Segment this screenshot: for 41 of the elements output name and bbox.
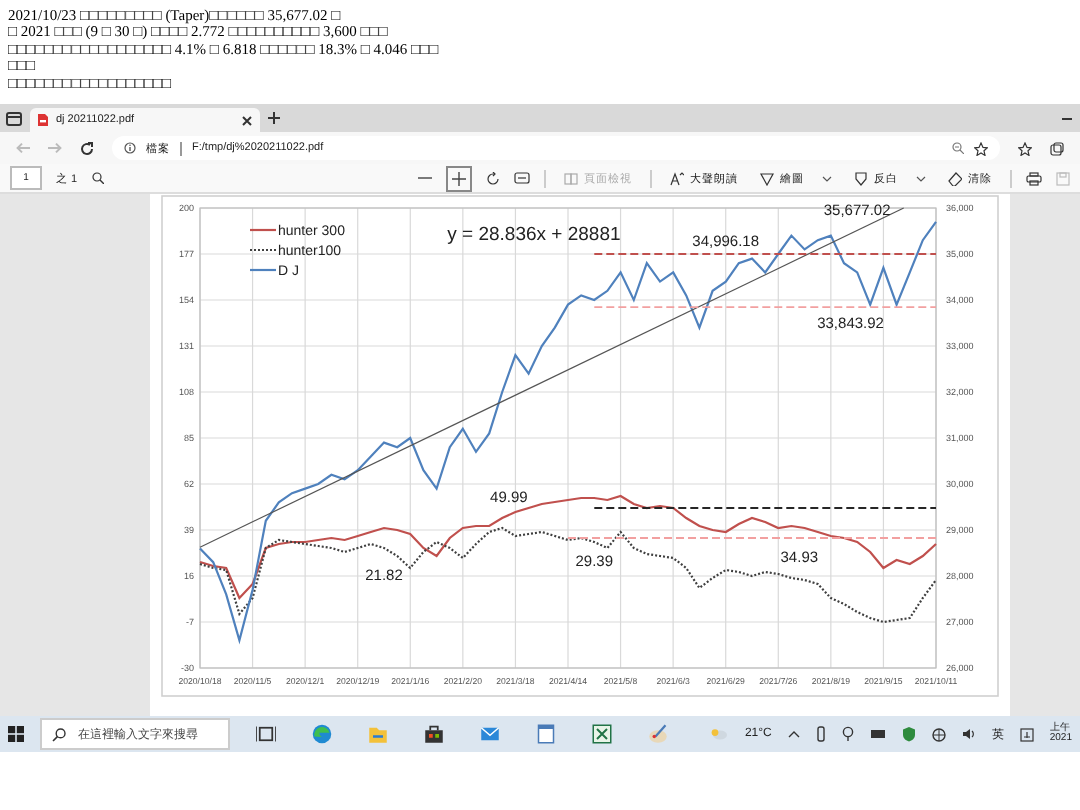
zoom-in-icon[interactable]: [446, 165, 472, 191]
read-aloud-icon: [670, 171, 684, 185]
close-icon[interactable]: [242, 115, 252, 125]
print-icon[interactable]: [1026, 171, 1042, 185]
search-icon[interactable]: [91, 172, 104, 184]
highlight-icon: [854, 171, 868, 185]
pdf-icon: [38, 114, 48, 126]
favorites-icon[interactable]: [1018, 141, 1032, 155]
mail-icon[interactable]: [480, 724, 501, 744]
volume-icon[interactable]: [961, 728, 976, 740]
info-icon: [124, 142, 136, 154]
minimize-icon[interactable]: [1062, 115, 1072, 121]
network-icon[interactable]: [931, 727, 946, 741]
fit-page-icon[interactable]: [514, 172, 530, 184]
shield-icon[interactable]: [901, 726, 916, 742]
eraser-icon: [948, 171, 962, 185]
caret-icon[interactable]: [787, 730, 800, 738]
task-view-icon[interactable]: [256, 724, 277, 744]
browser-icon[interactable]: [312, 724, 333, 744]
draw-icon: [760, 171, 774, 185]
start-icon[interactable]: [8, 726, 24, 742]
new-tab-icon[interactable]: [268, 112, 280, 124]
star-icon[interactable]: [974, 141, 988, 155]
zoom-out-icon[interactable]: [952, 142, 964, 154]
folder-icon[interactable]: [368, 724, 389, 744]
microphone-icon[interactable]: [841, 726, 854, 742]
page-view-icon: [564, 171, 578, 185]
tab-actions-icon[interactable]: [6, 111, 22, 125]
input-method-icon[interactable]: [1019, 727, 1034, 741]
store-icon[interactable]: [424, 724, 445, 744]
paint-icon[interactable]: [648, 724, 669, 744]
calendar-icon[interactable]: [536, 724, 557, 744]
battery-icon[interactable]: [869, 728, 886, 740]
spreadsheet-icon[interactable]: [592, 724, 613, 744]
trend-equation: y = 28.836x + 28881: [447, 224, 621, 247]
device-icon[interactable]: [815, 726, 826, 742]
refresh-icon[interactable]: [80, 141, 94, 155]
zoom-out-icon[interactable]: [418, 172, 432, 184]
collections-icon[interactable]: [1050, 141, 1064, 155]
search-icon: [52, 727, 66, 741]
rotate-icon[interactable]: [486, 171, 500, 185]
